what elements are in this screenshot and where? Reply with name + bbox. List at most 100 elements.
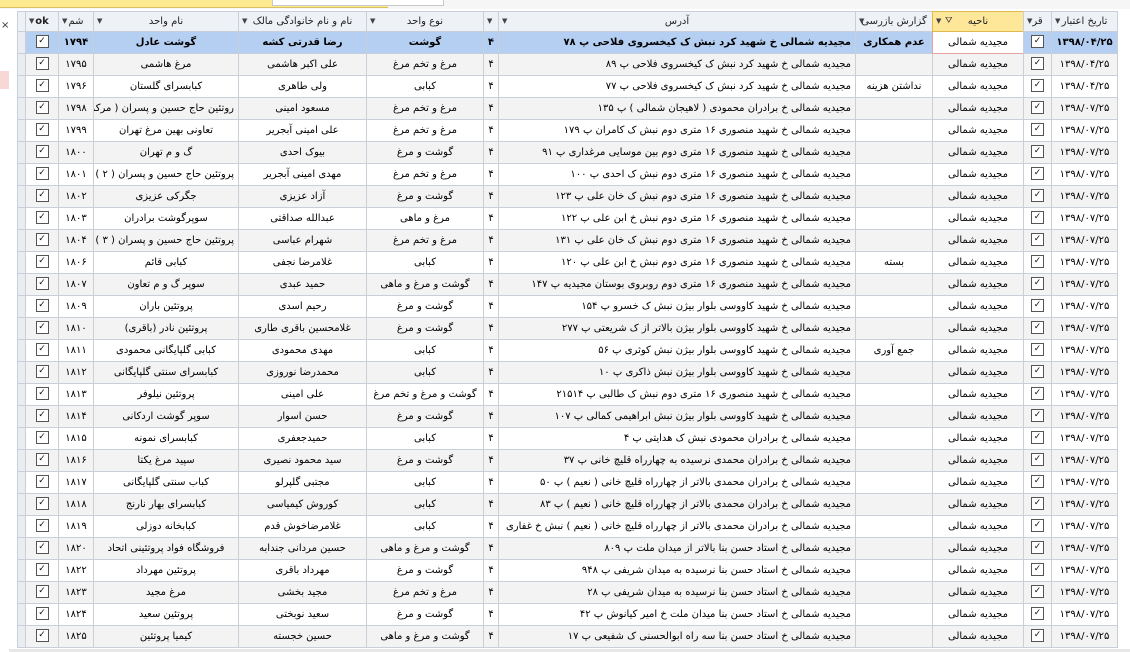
table-row[interactable]: ۱۳۹۸/۰۴/۲۵ ✓ مجیدیه شمالی نداشتن هزینه مجیدی… — [17, 75, 1118, 98]
cell-date[interactable]: ۱۳۹۸/۰۷/۲۵ — [1051, 537, 1118, 560]
cell-q-checkbox[interactable]: ✓ — [1023, 625, 1052, 648]
cell-area[interactable]: مجیدیه شمالی — [932, 449, 1024, 472]
cell-number[interactable]: ۱۸۲۳ — [58, 581, 94, 604]
cell-address[interactable]: مجیدیه شمالی خ استاد حسن بنا نرسیده به م… — [498, 581, 856, 604]
cell-date[interactable]: ۱۳۹۸/۰۷/۲۵ — [1051, 97, 1118, 120]
table-row[interactable]: ۱۳۹۸/۰۷/۲۵ ✓ مجیدیه شمالی مجیدیه شمالی خ اس… — [17, 581, 1118, 604]
checkbox[interactable]: ✓ — [35, 343, 49, 356]
cell-report[interactable] — [855, 559, 933, 582]
cell-ok-checkbox[interactable]: ✓ — [25, 229, 59, 252]
cell-unit[interactable]: مرغ هاشمی — [93, 53, 239, 76]
cell-number[interactable]: ۱۸۱۰ — [58, 317, 94, 340]
cell-owner[interactable]: علی امینی — [238, 383, 367, 406]
row-selector[interactable] — [17, 295, 26, 318]
checkbox[interactable]: ✓ — [1031, 123, 1044, 136]
cell-number[interactable]: ۱۸۱۵ — [58, 427, 94, 450]
cell-owner[interactable]: بیوک احدی — [238, 141, 367, 164]
cell-number[interactable]: ۱۸۰۳ — [58, 207, 94, 230]
cell-address[interactable]: مجیدیه شمالی خ شهید کرد نبش ک کیخسروی فل… — [498, 53, 856, 76]
checkbox[interactable]: ✓ — [35, 211, 49, 224]
cell-q-checkbox[interactable]: ✓ — [1023, 317, 1052, 340]
row-selector[interactable] — [17, 31, 26, 54]
cell-q-checkbox[interactable]: ✓ — [1023, 185, 1052, 208]
cell-date[interactable]: ۱۳۹۸/۰۷/۲۵ — [1051, 339, 1118, 362]
cell-area[interactable]: مجیدیه شمالی — [932, 97, 1024, 120]
cell-owner[interactable]: ولی طاهری — [238, 75, 367, 98]
cell-count[interactable]: ۴ — [483, 471, 499, 494]
cell-unit[interactable]: سپید مرغ یکتا — [93, 449, 239, 472]
cell-number[interactable]: ۱۸۲۵ — [58, 625, 94, 648]
cell-owner[interactable]: حسن اسوار — [238, 405, 367, 428]
row-selector[interactable] — [17, 471, 26, 494]
cell-number[interactable]: ۱۷۹۶ — [58, 75, 94, 98]
cell-ok-checkbox[interactable]: ✓ — [25, 141, 59, 164]
cell-count[interactable]: ۴ — [483, 141, 499, 164]
cell-unit[interactable]: کبابسرای گلستان — [93, 75, 239, 98]
cell-report[interactable] — [855, 361, 933, 384]
cell-count[interactable]: ۴ — [483, 119, 499, 142]
checkbox[interactable]: ✓ — [1031, 343, 1044, 356]
cell-ok-checkbox[interactable]: ✓ — [25, 427, 59, 450]
cell-report[interactable] — [855, 229, 933, 252]
checkbox[interactable]: ✓ — [35, 409, 49, 422]
cell-q-checkbox[interactable]: ✓ — [1023, 427, 1052, 450]
cell-report[interactable] — [855, 141, 933, 164]
table-row[interactable]: ۱۳۹۸/۰۷/۲۵ ✓ مجیدیه شمالی مجیدیه شمالی خ شه… — [17, 383, 1118, 406]
cell-type[interactable]: مرغ و تخم مرغ — [366, 119, 484, 142]
chevron-down-icon[interactable]: ▼ — [1027, 13, 1032, 31]
cell-ok-checkbox[interactable]: ✓ — [25, 581, 59, 604]
cell-count[interactable]: ۴ — [483, 405, 499, 428]
cell-q-checkbox[interactable]: ✓ — [1023, 361, 1052, 384]
cell-area[interactable]: مجیدیه شمالی — [932, 625, 1024, 648]
cell-number[interactable]: ۱۸۱۷ — [58, 471, 94, 494]
checkbox[interactable]: ✓ — [1031, 431, 1044, 444]
col-header-q[interactable]: قر ▼ — [1023, 11, 1052, 32]
cell-count[interactable]: ۴ — [483, 625, 499, 648]
cell-owner[interactable]: غلامرضا نجفی — [238, 251, 367, 274]
cell-ok-checkbox[interactable]: ✓ — [25, 295, 59, 318]
cell-number[interactable]: ۱۷۹۴ — [58, 31, 94, 54]
cell-number[interactable]: ۱۸۰۴ — [58, 229, 94, 252]
col-header-report[interactable]: گزارش بازرسی ▼ — [855, 11, 933, 32]
table-row[interactable]: ۱۳۹۸/۰۷/۲۵ ✓ مجیدیه شمالی مجیدیه شمالی خ بر… — [17, 449, 1118, 472]
cell-area[interactable]: مجیدیه شمالی — [932, 163, 1024, 186]
cell-q-checkbox[interactable]: ✓ — [1023, 537, 1052, 560]
cell-date[interactable]: ۱۳۹۸/۰۷/۲۵ — [1051, 273, 1118, 296]
col-header-unit[interactable]: نام واحد ▼ — [93, 11, 239, 32]
cell-area[interactable]: مجیدیه شمالی — [932, 339, 1024, 362]
checkbox[interactable]: ✓ — [35, 453, 49, 466]
cell-address[interactable]: مجیدیه شمالی خ شهید منصوری ۱۶ متری دوم ن… — [498, 229, 856, 252]
cell-report[interactable] — [855, 53, 933, 76]
cell-owner[interactable]: مجید بخشی — [238, 581, 367, 604]
cell-number[interactable]: ۱۸۰۱ — [58, 163, 94, 186]
checkbox[interactable]: ✓ — [1031, 585, 1044, 598]
row-selector[interactable] — [17, 361, 26, 384]
cell-report[interactable] — [855, 581, 933, 604]
cell-report[interactable]: جمع آوری — [855, 339, 933, 362]
cell-unit[interactable]: پروتئین حاج حسین و پسران ( ۲ ) — [93, 163, 239, 186]
cell-q-checkbox[interactable]: ✓ — [1023, 559, 1052, 582]
cell-report[interactable] — [855, 185, 933, 208]
cell-report[interactable] — [855, 427, 933, 450]
cell-date[interactable]: ۱۳۹۸/۰۷/۲۵ — [1051, 493, 1118, 516]
cell-report[interactable] — [855, 603, 933, 626]
cell-date[interactable]: ۱۳۹۸/۰۷/۲۵ — [1051, 163, 1118, 186]
cell-ok-checkbox[interactable]: ✓ — [25, 559, 59, 582]
chevron-down-icon[interactable]: ▼ — [97, 13, 102, 31]
cell-area[interactable]: مجیدیه شمالی — [932, 295, 1024, 318]
cell-address[interactable]: مجیدیه شمالی خ شهید منصوری ۱۶ متری دوم ن… — [498, 207, 856, 230]
select-all-corner[interactable] — [17, 11, 26, 32]
cell-type[interactable]: گوشت و مرغ و ماهی — [366, 625, 484, 648]
cell-area[interactable]: مجیدیه شمالی — [932, 75, 1024, 98]
cell-q-checkbox[interactable]: ✓ — [1023, 581, 1052, 604]
cell-q-checkbox[interactable]: ✓ — [1023, 493, 1052, 516]
table-row[interactable]: ۱۳۹۸/۰۷/۲۵ ✓ مجیدیه شمالی مجیدیه شمالی خ شه… — [17, 273, 1118, 296]
checkbox[interactable]: ✓ — [1031, 277, 1044, 290]
cell-owner[interactable]: رضا قدرتی کشه — [238, 31, 367, 54]
row-selector[interactable] — [17, 53, 26, 76]
row-selector[interactable] — [17, 493, 26, 516]
checkbox[interactable]: ✓ — [1031, 497, 1044, 510]
cell-ok-checkbox[interactable]: ✓ — [25, 119, 59, 142]
checkbox[interactable]: ✓ — [35, 541, 49, 554]
cell-address[interactable]: مجیدیه شمالی خ شهید منصوری ۱۶ متری دوم ن… — [498, 383, 856, 406]
